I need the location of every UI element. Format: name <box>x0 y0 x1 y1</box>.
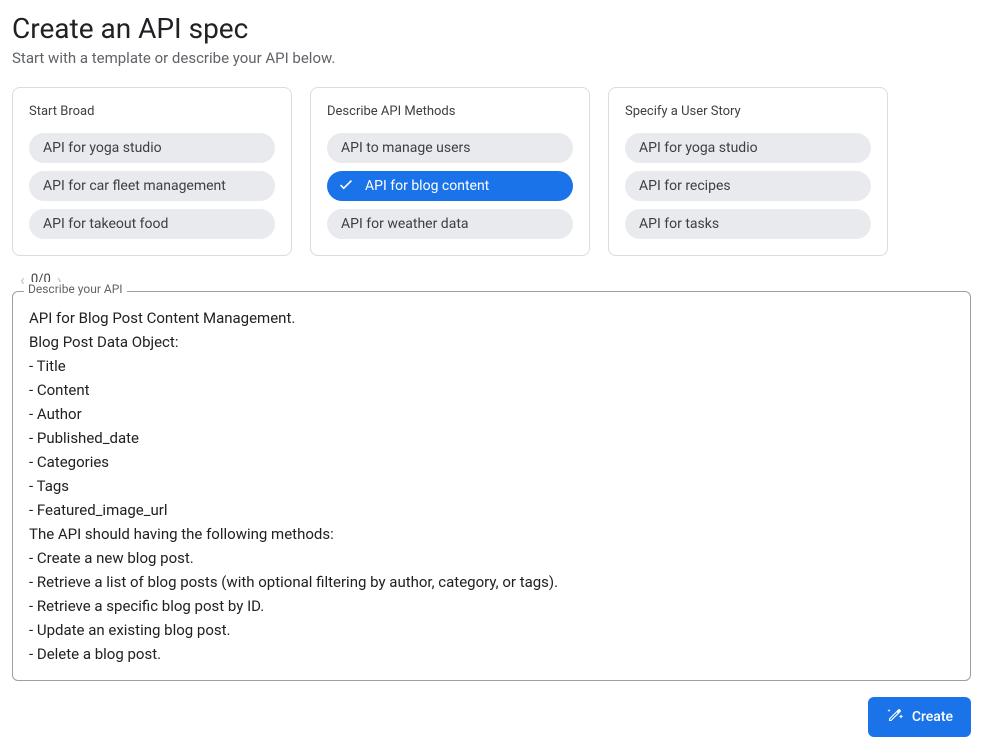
template-chip-label: API for recipes <box>639 178 731 194</box>
template-card: Describe API Methods API to manage users A… <box>310 87 590 256</box>
template-chip-label: API for takeout food <box>43 216 168 232</box>
template-chip[interactable]: API for yoga studio <box>29 133 275 163</box>
template-chip[interactable]: API for takeout food <box>29 209 275 239</box>
create-button[interactable]: Create <box>868 697 971 737</box>
magic-pen-icon <box>886 706 904 728</box>
template-chip-label: API for yoga studio <box>43 140 162 156</box>
describe-api-field[interactable]: Describe your API API for Blog Post Cont… <box>12 291 971 681</box>
template-chip-label: API for yoga studio <box>639 140 758 156</box>
template-chip[interactable]: API for blog content <box>327 171 573 201</box>
template-chip[interactable]: API to manage users <box>327 133 573 163</box>
template-cards-row: Start Broad API for yoga studio API for ca… <box>12 87 971 256</box>
template-chip-label: API for weather data <box>341 216 469 232</box>
describe-api-textarea[interactable]: API for Blog Post Content Management. Bl… <box>12 291 971 681</box>
template-chip-label: API for car fleet management <box>43 178 226 194</box>
pager: ‹ 0/0 › <box>20 270 971 289</box>
template-chip[interactable]: API for car fleet management <box>29 171 275 201</box>
card-title: Describe API Methods <box>327 104 573 119</box>
template-card: Start Broad API for yoga studio API for ca… <box>12 87 292 256</box>
card-title: Specify a User Story <box>625 104 871 119</box>
create-button-label: Create <box>912 709 953 725</box>
template-chip-label: API to manage users <box>341 140 470 156</box>
template-chip[interactable]: API for yoga studio <box>625 133 871 163</box>
template-card: Specify a User Story API for yoga studio A… <box>608 87 888 256</box>
page-subtitle: Start with a template or describe your A… <box>12 49 971 67</box>
template-chip[interactable]: API for recipes <box>625 171 871 201</box>
template-chip-label: API for tasks <box>639 216 719 232</box>
card-title: Start Broad <box>29 104 275 119</box>
page-title: Create an API spec <box>12 12 971 45</box>
template-chip[interactable]: API for weather data <box>327 209 573 239</box>
describe-api-legend: Describe your API <box>24 282 127 296</box>
footer: Create <box>12 697 971 737</box>
check-icon <box>337 175 355 197</box>
template-chip-label: API for blog content <box>365 178 489 194</box>
template-chip[interactable]: API for tasks <box>625 209 871 239</box>
